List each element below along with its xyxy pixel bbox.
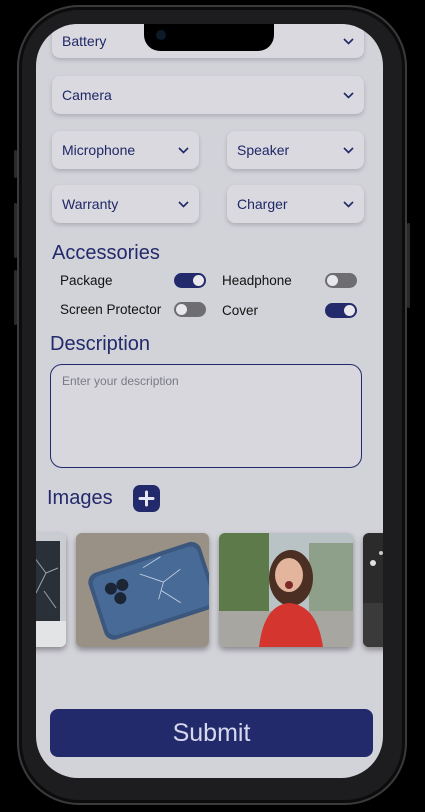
chevron-down-icon	[177, 144, 189, 156]
description-heading: Description	[50, 333, 151, 355]
camera-dropdown[interactable]: Camera	[52, 76, 364, 114]
toggle-knob	[193, 275, 204, 286]
app-screen: Battery Camera Microphone Speaker Warran…	[36, 24, 383, 778]
chevron-down-icon	[177, 198, 189, 210]
screen-protector-toggle[interactable]	[174, 302, 206, 317]
woman-selfie-image	[219, 533, 353, 647]
chevron-down-icon	[342, 89, 354, 101]
chevron-down-icon	[342, 198, 354, 210]
description-input[interactable]	[50, 364, 362, 468]
broken-phone-image	[76, 533, 209, 647]
image-thumbnail[interactable]	[363, 533, 383, 647]
mute-switch	[14, 150, 17, 178]
power-button	[407, 223, 410, 308]
charger-dropdown[interactable]: Charger	[227, 185, 364, 223]
cracked-screen-image	[36, 533, 66, 647]
speaker-dropdown-label: Speaker	[237, 142, 290, 158]
warranty-dropdown-label: Warranty	[62, 196, 119, 212]
chevron-down-icon	[342, 144, 354, 156]
charger-dropdown-label: Charger	[237, 196, 288, 212]
speaker-dropdown[interactable]: Speaker	[227, 131, 364, 169]
camera-dropdown-label: Camera	[62, 87, 112, 103]
image-thumbnail[interactable]	[219, 533, 353, 647]
package-label: Package	[60, 273, 113, 288]
volume-down-button	[14, 270, 17, 325]
cover-toggle[interactable]	[325, 303, 357, 318]
image-thumbnail[interactable]	[36, 533, 66, 647]
submit-button[interactable]: Submit	[50, 709, 373, 757]
dark-street-image	[363, 533, 383, 647]
plus-icon	[138, 490, 155, 507]
add-image-button[interactable]	[133, 485, 160, 512]
cover-label: Cover	[222, 303, 259, 318]
package-toggle[interactable]	[174, 273, 206, 288]
warranty-dropdown[interactable]: Warranty	[52, 185, 199, 223]
toggle-knob	[327, 275, 338, 286]
volume-up-button	[14, 203, 17, 258]
notch	[144, 24, 274, 51]
battery-dropdown-label: Battery	[62, 33, 107, 49]
accessories-heading: Accessories	[52, 242, 160, 264]
images-heading: Images	[47, 487, 113, 509]
front-camera-icon	[156, 30, 166, 40]
screen-protector-label: Screen Protector	[60, 302, 162, 317]
chevron-down-icon	[342, 35, 354, 47]
microphone-dropdown-label: Microphone	[62, 142, 136, 158]
toggle-knob	[176, 304, 187, 315]
headphone-label: Headphone	[222, 273, 292, 288]
toggle-knob	[344, 305, 355, 316]
microphone-dropdown[interactable]: Microphone	[52, 131, 199, 169]
headphone-toggle[interactable]	[325, 273, 357, 288]
image-thumbnail[interactable]	[76, 533, 209, 647]
